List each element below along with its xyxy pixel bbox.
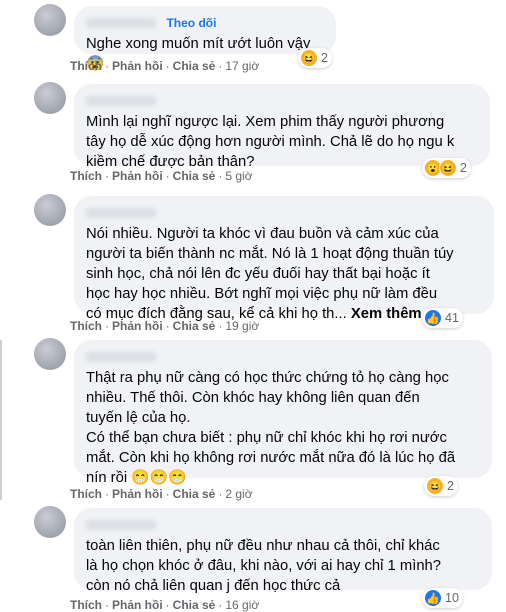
- like-link[interactable]: Thích: [70, 169, 102, 183]
- like-link[interactable]: Thích: [70, 319, 102, 333]
- timestamp[interactable]: 5 giờ: [225, 169, 252, 183]
- like-icon: 👍: [424, 589, 442, 607]
- like-link[interactable]: Thích: [70, 598, 102, 612]
- author-name[interactable]: [86, 351, 156, 362]
- haha-icon: 😆: [426, 477, 444, 495]
- timestamp[interactable]: 19 giờ: [225, 319, 259, 333]
- haha-icon: 😆: [300, 49, 318, 67]
- separator: ·: [218, 59, 223, 73]
- avatar[interactable]: [34, 82, 66, 114]
- comment-text: Nói nhiều. Người ta khóc vì đau buồn và …: [86, 224, 482, 324]
- reaction-count: 10: [445, 591, 459, 605]
- separator: ·: [105, 169, 109, 183]
- reaction-summary[interactable]: 😆 2: [424, 476, 458, 496]
- share-link[interactable]: Chia sẻ: [173, 598, 216, 612]
- reply-link[interactable]: Phản hồi: [112, 319, 163, 333]
- author-name[interactable]: [86, 207, 156, 218]
- separator: ·: [165, 59, 170, 73]
- reaction-count: 41: [445, 311, 459, 325]
- comment-actions: Thích · Phản hồi · Chia sẻ · 16 giờ: [70, 598, 259, 612]
- separator: ·: [105, 319, 109, 333]
- share-link[interactable]: Chia sẻ: [173, 487, 216, 501]
- reply-link[interactable]: Phản hồi: [112, 487, 163, 501]
- comment-bubble: Theo dõi Nghe xong muốn mít ướt luôn vậy…: [74, 6, 336, 72]
- comment-actions: Thích · Phản hồi · Chia sẻ · 17 giờ: [70, 59, 259, 73]
- avatar[interactable]: [34, 506, 66, 538]
- comment-actions: Thích · Phản hồi · Chia sẻ · 2 giờ: [70, 487, 253, 501]
- like-link[interactable]: Thích: [70, 59, 102, 73]
- comment-text: Thật ra phụ nữ càng có học thức chứng tỏ…: [86, 368, 480, 488]
- timestamp[interactable]: 17 giờ: [225, 59, 259, 73]
- separator: ·: [105, 487, 109, 501]
- comment-bubble: Mình lại nghĩ ngược lại. Xem phim thấy n…: [74, 84, 490, 170]
- reaction-count: 2: [460, 161, 467, 175]
- see-more-link[interactable]: Xem thêm: [351, 306, 422, 322]
- separator: ·: [218, 319, 223, 333]
- separator: ·: [105, 59, 109, 73]
- comment-actions: Thích · Phản hồi · Chia sẻ · 19 giờ: [70, 319, 259, 333]
- separator: ·: [105, 598, 109, 612]
- like-icon: 👍: [424, 309, 442, 327]
- separator: ·: [165, 169, 170, 183]
- like-link[interactable]: Thích: [70, 487, 102, 501]
- avatar[interactable]: [34, 338, 66, 370]
- separator: ·: [218, 487, 223, 501]
- avatar[interactable]: [34, 194, 66, 226]
- comment-actions: Thích · Phản hồi · Chia sẻ · 5 giờ: [70, 169, 253, 183]
- separator: ·: [218, 169, 223, 183]
- reaction-summary[interactable]: 👍 10: [422, 588, 463, 608]
- comment-text: toàn liên thiên, phụ nữ đều như nhau cả …: [86, 538, 442, 594]
- grin-emoji-row: 😁😁😁: [131, 470, 187, 486]
- author-name[interactable]: [86, 95, 156, 106]
- author-name[interactable]: [86, 17, 156, 28]
- comment-text: Mình lại nghĩ ngược lại. Xem phim thấy n…: [86, 114, 455, 170]
- reply-link[interactable]: Phản hồi: [112, 598, 163, 612]
- haha-icon: 😆: [439, 159, 457, 177]
- comment-bubble: toàn liên thiên, phụ nữ đều như nhau cả …: [74, 508, 492, 594]
- comment-bubble: Thật ra phụ nữ càng có học thức chứng tỏ…: [74, 340, 492, 486]
- share-link[interactable]: Chia sẻ: [173, 59, 216, 73]
- follow-link[interactable]: Theo dõi: [166, 16, 216, 30]
- reaction-summary[interactable]: 😆 2: [298, 48, 332, 68]
- comment-body: Thật ra phụ nữ càng có học thức chứng tỏ…: [86, 370, 456, 486]
- author-name[interactable]: [86, 519, 156, 530]
- separator: ·: [165, 319, 170, 333]
- reaction-summary[interactable]: 😮 😆 2: [422, 158, 471, 178]
- separator: ·: [165, 487, 170, 501]
- separator: ·: [218, 598, 223, 612]
- comment-bubble: Nói nhiều. Người ta khóc vì đau buồn và …: [74, 196, 494, 322]
- timestamp[interactable]: 16 giờ: [225, 598, 259, 612]
- share-link[interactable]: Chia sẻ: [173, 169, 216, 183]
- avatar[interactable]: [34, 4, 66, 36]
- reply-thread-line: [0, 340, 2, 500]
- reaction-summary[interactable]: 👍 41: [422, 308, 463, 328]
- share-link[interactable]: Chia sẻ: [173, 319, 216, 333]
- reaction-count: 2: [447, 479, 454, 493]
- reply-link[interactable]: Phản hồi: [112, 59, 163, 73]
- separator: ·: [165, 598, 170, 612]
- timestamp[interactable]: 2 giờ: [225, 487, 252, 501]
- reply-link[interactable]: Phản hồi: [112, 169, 163, 183]
- reaction-count: 2: [321, 51, 328, 65]
